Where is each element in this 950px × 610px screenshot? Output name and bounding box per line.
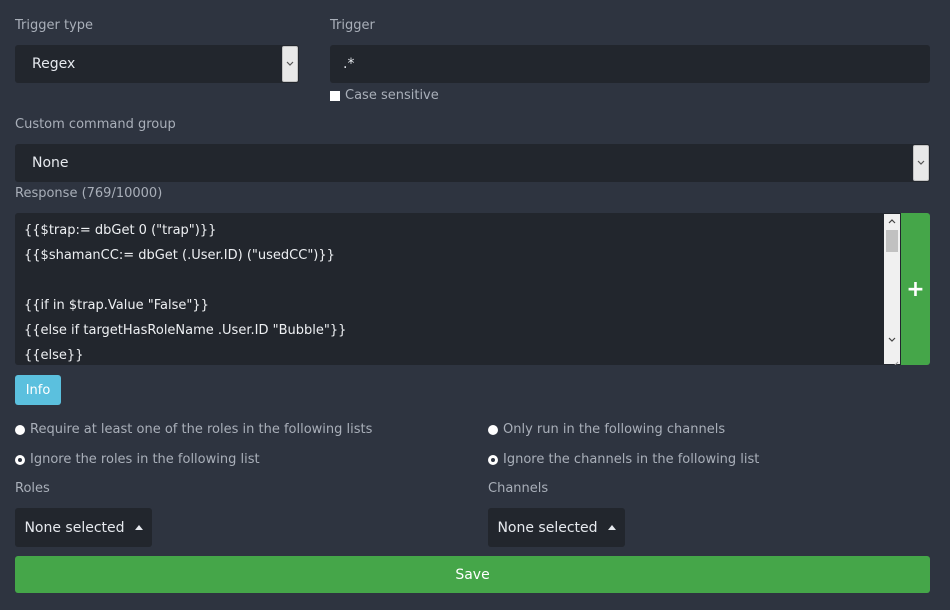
command-group-value: None <box>32 155 69 171</box>
trigger-type-value: Regex <box>32 56 76 72</box>
channels-label: Channels <box>488 481 549 496</box>
response-scrollbar[interactable] <box>884 214 900 364</box>
chevron-down-icon[interactable] <box>282 46 298 82</box>
role-ignore-label: Ignore the roles in the following list <box>30 452 260 467</box>
case-sensitive-label: Case sensitive <box>345 88 439 103</box>
info-button[interactable]: Info <box>15 375 61 405</box>
roles-label: Roles <box>15 481 50 496</box>
role-ignore-option[interactable]: Ignore the roles in the following list <box>15 452 260 467</box>
role-ignore-radio[interactable] <box>15 454 25 465</box>
response-label: Response (769/10000) <box>15 186 163 201</box>
case-sensitive-checkbox[interactable] <box>330 90 340 101</box>
trigger-input[interactable]: .* <box>330 45 930 83</box>
code-line: {{if in $trap.Value "False"}} <box>24 298 209 313</box>
role-require-option[interactable]: Require at least one of the roles in the… <box>15 422 372 437</box>
role-require-label: Require at least one of the roles in the… <box>30 422 373 437</box>
channel-only-radio[interactable] <box>488 424 498 435</box>
channel-ignore-radio[interactable] <box>488 454 498 465</box>
resize-grip-icon[interactable] <box>889 354 899 365</box>
channel-ignore-label: Ignore the channels in the following lis… <box>503 452 760 467</box>
save-button[interactable]: Save <box>15 556 930 593</box>
code-line: {{$shamanCC:= dbGet (.User.ID) ("usedCC"… <box>24 248 335 263</box>
caret-up-icon <box>607 525 616 530</box>
roles-dropdown-label: None selected <box>24 519 125 536</box>
trigger-value: .* <box>343 56 355 72</box>
case-sensitive-row[interactable]: Case sensitive <box>330 88 439 103</box>
response-code: {{$trap:= dbGet 0 ("trap")}} {{$shamanCC:… <box>24 218 346 365</box>
code-line: {{$trap:= dbGet 0 ("trap")}} <box>24 223 217 238</box>
response-textarea[interactable]: {{$trap:= dbGet 0 ("trap")}} {{$shamanCC:… <box>15 213 901 365</box>
scroll-up-icon[interactable] <box>884 214 900 228</box>
scroll-down-icon[interactable] <box>884 332 900 346</box>
channels-dropdown-label: None selected <box>497 519 598 536</box>
channel-only-label: Only run in the following channels <box>503 422 726 437</box>
command-group-label: Custom command group <box>15 117 176 132</box>
role-require-radio[interactable] <box>15 424 25 435</box>
add-response-button[interactable]: + <box>901 213 930 365</box>
command-group-select[interactable]: None <box>15 144 930 182</box>
chevron-down-icon[interactable] <box>913 145 929 181</box>
caret-up-icon <box>134 525 143 530</box>
roles-dropdown[interactable]: None selected <box>15 508 152 547</box>
trigger-type-label: Trigger type <box>15 18 94 33</box>
trigger-type-select[interactable]: Regex <box>15 45 299 83</box>
scroll-thumb[interactable] <box>886 230 898 252</box>
channels-dropdown[interactable]: None selected <box>488 508 625 547</box>
code-line: {{else}} <box>24 348 84 363</box>
trigger-label: Trigger <box>330 18 375 33</box>
channel-only-option[interactable]: Only run in the following channels <box>488 422 725 437</box>
code-line: {{else if targetHasRoleName .User.ID "Bu… <box>24 323 347 338</box>
channel-ignore-option[interactable]: Ignore the channels in the following lis… <box>488 452 759 467</box>
